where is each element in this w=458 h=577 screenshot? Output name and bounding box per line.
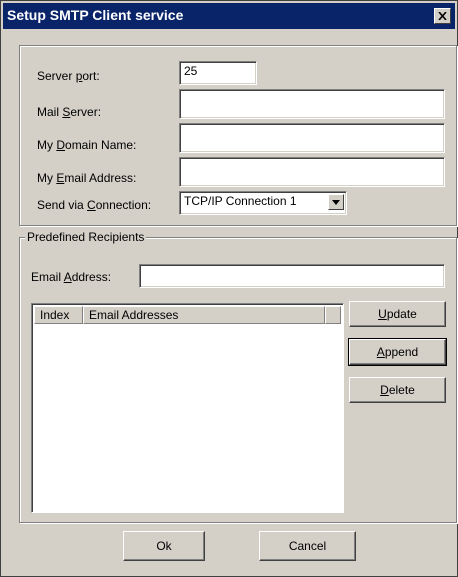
update-button-key: U [378, 307, 387, 321]
recipients-list[interactable]: Index Email Addresses [31, 303, 344, 513]
smtp-setup-dialog: Setup SMTP Client service Server port: 2… [0, 0, 458, 577]
delete-button[interactable]: Delete [349, 377, 446, 403]
connection-select-value: TCP/IP Connection 1 [184, 194, 297, 208]
server-port-value: 25 [184, 64, 198, 78]
window-title: Setup SMTP Client service [7, 7, 184, 23]
append-button-key: A [376, 345, 385, 359]
domain-name-label: My Domain Name: [37, 138, 137, 152]
column-header-email-addresses[interactable]: Email Addresses [83, 306, 325, 324]
update-button[interactable]: Update [349, 301, 446, 327]
title-bar[interactable]: Setup SMTP Client service [3, 3, 455, 29]
mail-server-label: Mail Server: [37, 105, 102, 119]
cancel-button[interactable]: Cancel [259, 531, 356, 561]
ok-button[interactable]: Ok [123, 531, 205, 561]
column-header-index-label: Index [40, 308, 70, 322]
send-via-label: Send via Connection: [37, 198, 152, 212]
column-header-email-addresses-label: Email Addresses [89, 308, 179, 322]
append-button[interactable]: Append [348, 338, 447, 366]
ok-button-label: Ok [156, 539, 172, 553]
server-port-label: Server port: [37, 69, 100, 83]
connection-select[interactable]: TCP/IP Connection 1 [179, 191, 347, 215]
combo-dropdown-arrow-icon [332, 199, 340, 205]
server-port-input[interactable]: 25 [179, 61, 257, 85]
email-address-label: My Email Address: [37, 171, 137, 185]
update-button-label: pdate [386, 307, 417, 321]
close-icon [438, 12, 447, 20]
combo-dropdown-button[interactable] [328, 194, 344, 210]
recipients-group-title: Predefined Recipients [25, 230, 147, 244]
delete-button-label: elete [388, 383, 415, 397]
mail-server-input[interactable] [179, 89, 445, 119]
recipient-email-label: Email Address: [31, 270, 112, 284]
append-button-label: ppend [384, 345, 419, 359]
email-address-input[interactable] [179, 157, 445, 187]
delete-button-key: D [380, 383, 389, 397]
close-button[interactable] [434, 8, 451, 24]
column-header-index[interactable]: Index [34, 306, 83, 324]
cancel-button-label: Cancel [288, 539, 327, 553]
domain-name-input[interactable] [179, 123, 445, 153]
recipient-email-input[interactable] [139, 264, 445, 288]
column-header-filler [325, 306, 341, 324]
